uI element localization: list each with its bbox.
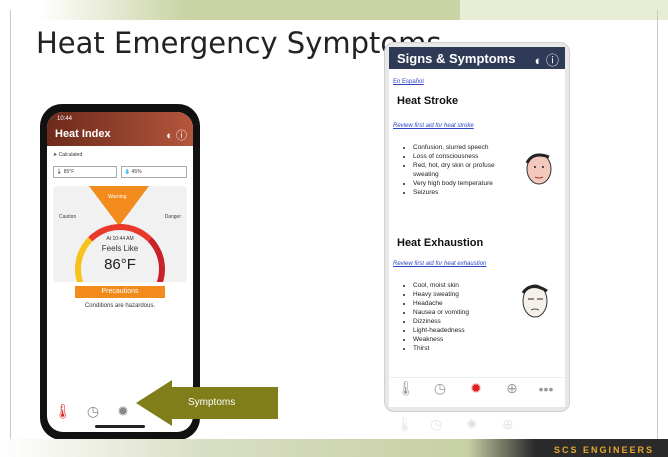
location-row[interactable]: ➤ Calculated	[53, 152, 187, 162]
decorative-top-bar-right	[460, 0, 668, 20]
list-item: Red, hot, dry skin or profuse sweating	[413, 161, 515, 179]
list-item: Headache	[413, 299, 515, 308]
alert-icon[interactable]: ✹	[465, 380, 487, 397]
callout-label: Symptoms	[170, 387, 278, 419]
espanol-link[interactable]: En Español	[393, 79, 424, 85]
gauge-caution-label: Caution	[59, 214, 77, 220]
phone-reflection: 🌡 ◷ ✹ ⊕	[384, 414, 570, 438]
right-tab-bar: 🌡 ◷ ✹ ⊕ •••	[389, 377, 565, 407]
first-aid-icon: ⊕	[502, 416, 514, 432]
play-icon[interactable]: ◐	[535, 53, 543, 68]
precautions-button[interactable]: Precautions	[75, 286, 165, 298]
app-title: Heat Index	[55, 128, 111, 140]
heat-stroke-face-illustration	[525, 153, 552, 185]
help-icon[interactable]: ⓘ	[176, 130, 187, 142]
slide-frame-right	[657, 10, 658, 440]
list-item: Heavy sweating	[413, 290, 515, 299]
warning-indicator	[89, 186, 149, 226]
help-icon[interactable]: ⓘ	[546, 53, 559, 68]
brand-logo-text: SCS ENGINEERS	[553, 445, 654, 455]
list-item: Weakness	[413, 335, 515, 344]
thermometer-icon[interactable]: 🌡	[395, 380, 417, 397]
humidity-reading: 45%	[131, 169, 142, 175]
thermometer-icon[interactable]: 🌡	[53, 403, 73, 420]
symptoms-callout: Symptoms	[136, 380, 278, 426]
more-icon[interactable]: •••	[535, 381, 557, 397]
location-label: Calculated	[58, 152, 83, 158]
signs-symptoms-header: Signs & Symptoms ◐ ⓘ	[389, 47, 565, 69]
list-item: Loss of consciousness	[413, 152, 515, 161]
heat-exhaustion-list: Cool, moist skin Heavy sweating Headache…	[405, 281, 515, 353]
heat-exhaustion-link[interactable]: Review first aid for heat exhaustion	[393, 261, 486, 267]
temperature-box[interactable]: 🌡 85°F	[53, 166, 117, 178]
gauge-arc	[75, 224, 165, 282]
right-phone: Signs & Symptoms ◐ ⓘ En Español Heat Str…	[384, 42, 570, 412]
temperature-reading: 85°F	[63, 169, 75, 175]
right-phone-screen: Signs & Symptoms ◐ ⓘ En Español Heat Str…	[389, 47, 565, 407]
alert-icon: ✹	[466, 416, 478, 432]
feels-like-value: 86°F	[104, 256, 136, 273]
list-item: Seizures	[413, 188, 515, 197]
first-aid-icon[interactable]: ⊕	[501, 380, 523, 397]
heat-gauge: Warning Caution Danger At 10:44 AM Feels…	[53, 186, 187, 282]
clock-icon: ◷	[430, 416, 443, 432]
heat-stroke-heading: Heat Stroke	[397, 95, 459, 107]
list-item: Nausea or vomiting	[413, 308, 515, 317]
alert-icon[interactable]: ✹	[113, 403, 133, 420]
thermometer-small-icon: 🌡	[56, 169, 63, 175]
heat-exhaustion-face-illustration	[521, 284, 548, 318]
gauge-warning-label: Warning	[108, 194, 127, 200]
list-item: Dizziness	[413, 317, 515, 326]
feels-like-label: Feels Like	[101, 244, 139, 253]
list-item: Confusion, slurred speech	[413, 143, 515, 152]
gauge-danger-label: Danger	[164, 214, 181, 220]
heat-exhaustion-heading: Heat Exhaustion	[397, 237, 484, 249]
heat-stroke-list: Confusion, slurred speech Loss of consci…	[405, 143, 515, 197]
thermometer-icon: 🌡	[396, 416, 414, 432]
clock-icon[interactable]: ◷	[83, 403, 103, 420]
clock-icon[interactable]: ◷	[429, 380, 451, 397]
list-item: Very high body temperature	[413, 179, 515, 188]
play-icon[interactable]: ◐	[166, 130, 173, 142]
status-time: 10:44	[57, 116, 73, 122]
right-header-icons: ◐ ⓘ	[535, 50, 560, 69]
conditions-text: Conditions are hazardous.	[84, 303, 156, 309]
header-icons: ◐ ⓘ	[166, 127, 187, 143]
heat-stroke-link[interactable]: Review first aid for heat stroke	[393, 123, 474, 129]
decorative-top-bar	[40, 0, 460, 20]
list-item: Thirst	[413, 344, 515, 353]
list-item: Cool, moist skin	[413, 281, 515, 290]
gauge-time: At 10:44 AM	[106, 236, 134, 242]
humidity-box[interactable]: 💧 45%	[121, 166, 187, 178]
slide-title: Heat Emergency Symptoms	[36, 26, 442, 60]
slide-frame-left	[10, 10, 11, 440]
callout-arrow	[136, 380, 172, 426]
signs-symptoms-title: Signs & Symptoms	[397, 51, 516, 66]
list-item: Light-headedness	[413, 326, 515, 335]
droplet-icon: 💧	[124, 169, 131, 175]
heat-index-header: 10:44 Heat Index ◐ ⓘ	[47, 112, 193, 146]
